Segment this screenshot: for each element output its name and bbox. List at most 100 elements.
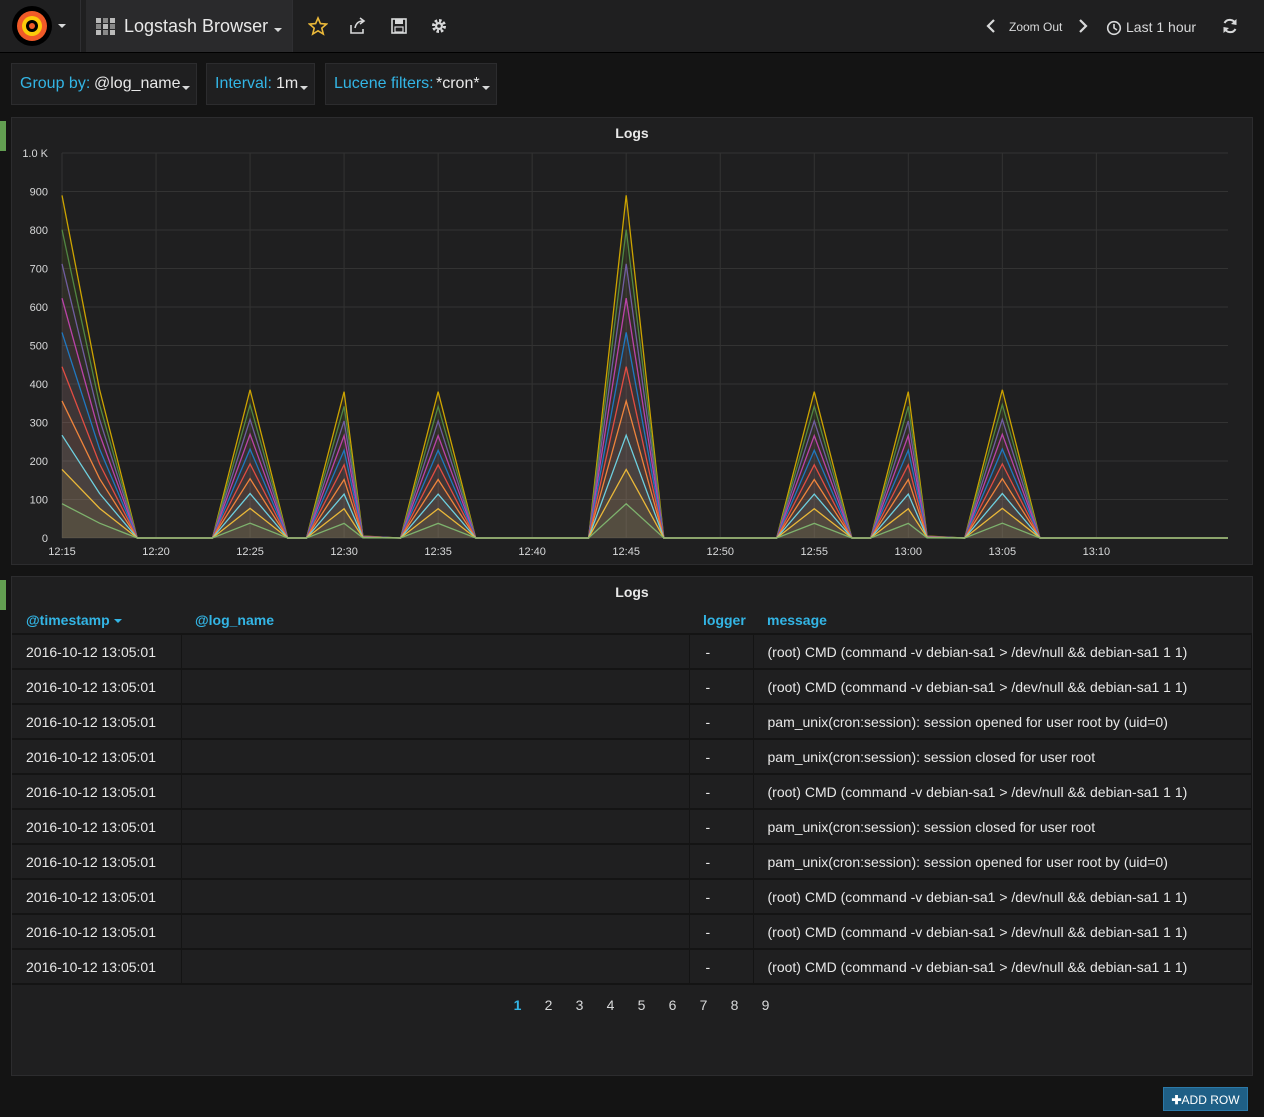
dashboard-grid-icon bbox=[96, 18, 116, 39]
x-tick-label: 12:40 bbox=[518, 546, 546, 558]
y-tick-label: 100 bbox=[30, 495, 48, 507]
save-icon[interactable] bbox=[389, 16, 409, 36]
page-link[interactable]: 4 bbox=[595, 997, 626, 1013]
chevron-down-icon[interactable] bbox=[58, 24, 66, 28]
x-tick-label: 12:30 bbox=[330, 546, 358, 558]
y-tick-label: 400 bbox=[30, 379, 48, 391]
gear-icon[interactable] bbox=[429, 16, 449, 36]
y-tick-label: 900 bbox=[30, 187, 48, 199]
y-tick-label: 1.0 K bbox=[22, 148, 48, 160]
x-tick-label: 12:20 bbox=[142, 546, 170, 558]
x-tick-label: 13:10 bbox=[1083, 546, 1111, 558]
cell-log-name bbox=[181, 774, 690, 810]
cell-logger: - bbox=[689, 774, 754, 810]
table-panel: Logs @timestamp @log_name logger message… bbox=[11, 576, 1253, 1076]
page-link[interactable]: 5 bbox=[626, 997, 657, 1013]
x-tick-label: 12:45 bbox=[612, 546, 640, 558]
table-row[interactable]: 2016-10-12 13:05:01 - pam_unix(cron:sessio… bbox=[12, 704, 1252, 740]
chevron-left-icon[interactable] bbox=[982, 16, 1002, 36]
cell-log-name bbox=[181, 844, 690, 880]
cell-logger: - bbox=[689, 669, 754, 705]
logs-table: @timestamp @log_name logger message 2016… bbox=[12, 607, 1252, 985]
page-link[interactable]: 8 bbox=[719, 997, 750, 1013]
cell-timestamp: 2016-10-12 13:05:01 bbox=[12, 634, 182, 670]
cell-message: (root) CMD (command -v debian-sa1 > /dev… bbox=[753, 879, 1252, 915]
x-tick-label: 12:55 bbox=[800, 546, 828, 558]
y-tick-label: 700 bbox=[30, 264, 48, 276]
zoom-out-button[interactable]: Zoom Out bbox=[1009, 20, 1062, 34]
cell-timestamp: 2016-10-12 13:05:01 bbox=[12, 704, 182, 740]
cell-logger: - bbox=[689, 634, 754, 670]
x-tick-label: 12:35 bbox=[424, 546, 452, 558]
cell-timestamp: 2016-10-12 13:05:01 bbox=[12, 774, 182, 810]
cell-log-name bbox=[181, 634, 690, 670]
cell-logger: - bbox=[689, 879, 754, 915]
add-row-label: ADD ROW bbox=[1181, 1093, 1240, 1107]
pagination: 123456789 bbox=[502, 997, 781, 1013]
variable-label: Group by: bbox=[20, 75, 91, 92]
x-tick-label: 13:00 bbox=[895, 546, 923, 558]
variable-value: *cron* bbox=[436, 75, 480, 92]
x-tick-label: 13:05 bbox=[989, 546, 1017, 558]
row-collapse-handle[interactable] bbox=[0, 121, 6, 151]
cell-message: pam_unix(cron:session): session opened f… bbox=[753, 844, 1252, 880]
divider bbox=[292, 0, 293, 52]
table-row[interactable]: 2016-10-12 13:05:01 - (root) CMD (command … bbox=[12, 669, 1252, 705]
cell-log-name bbox=[181, 669, 690, 705]
grafana-logo-icon[interactable] bbox=[12, 6, 52, 46]
interval-variable[interactable]: Interval: 1m bbox=[206, 63, 315, 105]
table-row[interactable]: 2016-10-12 13:05:01 - (root) CMD (command … bbox=[12, 774, 1252, 810]
chevron-down-icon bbox=[274, 28, 282, 32]
column-header-message[interactable]: message bbox=[753, 607, 1252, 635]
star-icon[interactable] bbox=[307, 15, 329, 36]
y-tick-label: 0 bbox=[42, 533, 48, 545]
column-header-log-name[interactable]: @log_name bbox=[181, 607, 689, 635]
page-link[interactable]: 3 bbox=[564, 997, 595, 1013]
page-link[interactable]: 2 bbox=[533, 997, 564, 1013]
page-link[interactable]: 1 bbox=[502, 997, 533, 1013]
add-row-button[interactable]: ✚ADD ROW bbox=[1163, 1087, 1248, 1111]
table-row[interactable]: 2016-10-12 13:05:01 - (root) CMD (command … bbox=[12, 949, 1252, 985]
cell-message: (root) CMD (command -v debian-sa1 > /dev… bbox=[753, 634, 1252, 670]
variable-label: Interval: bbox=[215, 75, 272, 92]
table-header-row: @timestamp @log_name logger message bbox=[12, 607, 1252, 635]
cell-log-name bbox=[181, 739, 690, 775]
plus-icon: ✚ bbox=[1171, 1093, 1182, 1107]
page-link[interactable]: 9 bbox=[750, 997, 781, 1013]
dashboard-title-dropdown[interactable]: Logstash Browser bbox=[86, 0, 292, 52]
chevron-down-icon bbox=[300, 86, 308, 90]
row-collapse-handle[interactable] bbox=[0, 580, 6, 610]
table-row[interactable]: 2016-10-12 13:05:01 - pam_unix(cron:sessio… bbox=[12, 809, 1252, 845]
cell-timestamp: 2016-10-12 13:05:01 bbox=[12, 844, 182, 880]
table-row[interactable]: 2016-10-12 13:05:01 - (root) CMD (command … bbox=[12, 879, 1252, 915]
cell-message: pam_unix(cron:session): session closed f… bbox=[753, 809, 1252, 845]
table-row[interactable]: 2016-10-12 13:05:01 - pam_unix(cron:sessio… bbox=[12, 844, 1252, 880]
share-icon[interactable] bbox=[348, 16, 368, 36]
cell-message: pam_unix(cron:session): session opened f… bbox=[753, 704, 1252, 740]
y-tick-label: 500 bbox=[30, 341, 48, 353]
cell-timestamp: 2016-10-12 13:05:01 bbox=[12, 739, 182, 775]
graph-panel: Logs 0 100 200 300 400 500 600 700 800 900 1.0 K 12… bbox=[11, 117, 1253, 565]
cell-log-name bbox=[181, 704, 690, 740]
cell-logger: - bbox=[689, 949, 754, 985]
column-header-timestamp[interactable]: @timestamp bbox=[12, 607, 181, 635]
panel-title[interactable]: Logs bbox=[12, 584, 1252, 600]
cell-timestamp: 2016-10-12 13:05:01 bbox=[12, 879, 182, 915]
chevron-right-icon[interactable] bbox=[1072, 16, 1092, 36]
y-tick-label: 800 bbox=[30, 225, 48, 237]
logs-graph[interactable]: 0 100 200 300 400 500 600 700 800 900 1.0 K 12:15 12… bbox=[12, 118, 1252, 564]
page-link[interactable]: 6 bbox=[657, 997, 688, 1013]
lucene-filters-variable[interactable]: Lucene filters: *cron* bbox=[325, 63, 497, 105]
column-header-logger[interactable]: logger bbox=[689, 607, 753, 635]
refresh-icon[interactable] bbox=[1220, 16, 1240, 36]
y-tick-label: 600 bbox=[30, 302, 48, 314]
table-row[interactable]: 2016-10-12 13:05:01 - pam_unix(cron:sessio… bbox=[12, 739, 1252, 775]
cell-logger: - bbox=[689, 704, 754, 740]
group-by-variable[interactable]: Group by: @log_name bbox=[11, 63, 197, 105]
table-row[interactable]: 2016-10-12 13:05:01 - (root) CMD (command … bbox=[12, 914, 1252, 950]
divider bbox=[80, 0, 81, 52]
chevron-down-icon bbox=[482, 86, 490, 90]
table-row[interactable]: 2016-10-12 13:05:01 - (root) CMD (command … bbox=[12, 634, 1252, 670]
page-link[interactable]: 7 bbox=[688, 997, 719, 1013]
x-tick-label: 12:25 bbox=[236, 546, 264, 558]
